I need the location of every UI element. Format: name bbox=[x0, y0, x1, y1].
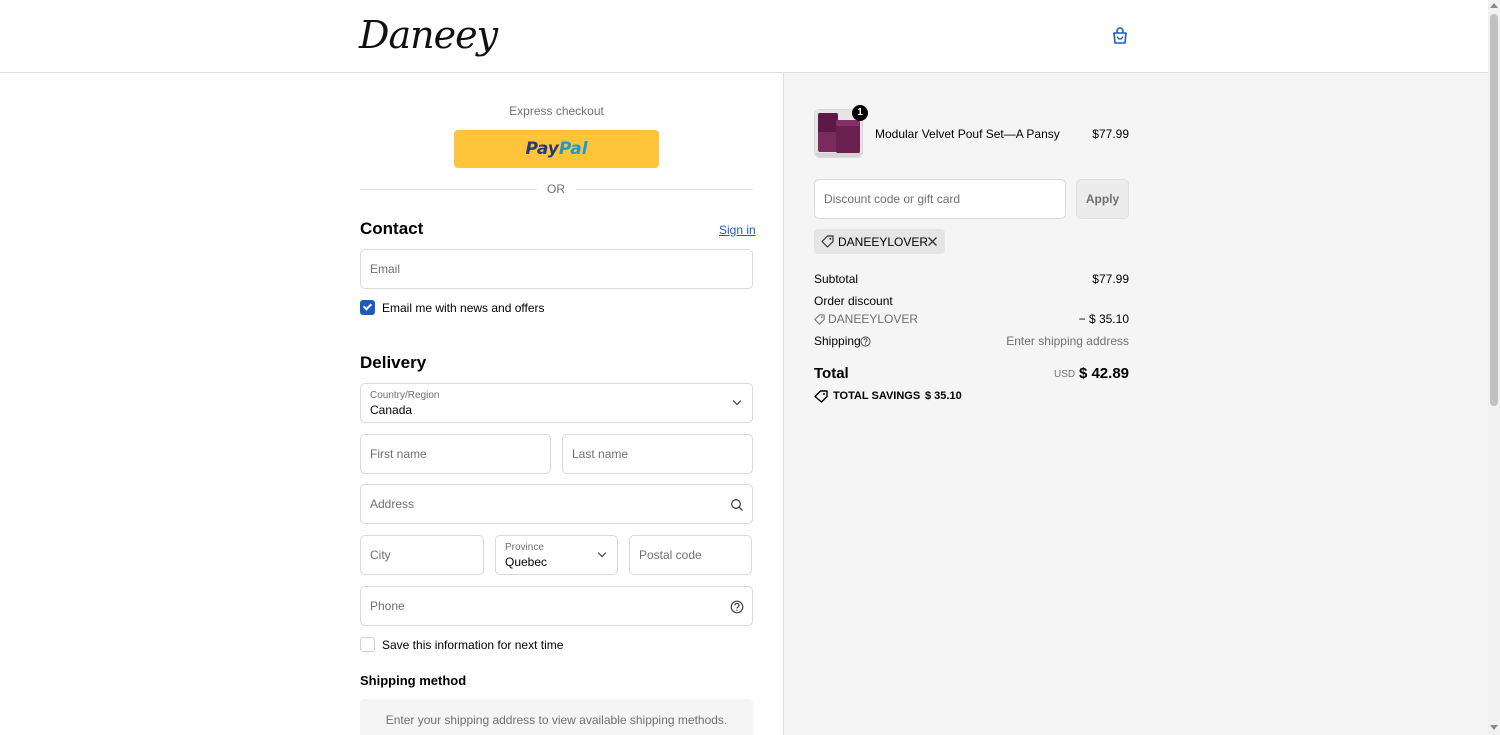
order-summary-panel bbox=[783, 73, 1488, 735]
postal-code-field[interactable]: Postal code bbox=[629, 535, 752, 575]
province-label: Province bbox=[505, 542, 544, 553]
total-savings-label: TOTAL SAVINGS bbox=[833, 390, 921, 402]
tag-icon bbox=[814, 314, 825, 325]
shipping-method-title: Shipping method bbox=[360, 673, 467, 688]
store-logo[interactable]: Daneey bbox=[359, 13, 498, 57]
express-checkout-title: Express checkout bbox=[509, 104, 604, 118]
search-icon[interactable] bbox=[730, 498, 744, 512]
news-offers-checkbox[interactable] bbox=[360, 300, 375, 315]
shipping-value: Enter shipping address bbox=[1006, 334, 1129, 348]
total-savings-value: $ 35.10 bbox=[925, 390, 962, 402]
order-discount-label: Order discount bbox=[814, 294, 893, 308]
contact-title: Contact bbox=[360, 219, 424, 238]
remove-discount-close-icon[interactable] bbox=[927, 236, 938, 247]
subtotal-value: $77.99 bbox=[1092, 272, 1129, 286]
applied-code-label: DANEEYLOVER bbox=[838, 235, 929, 249]
paypal-button[interactable]: PayPal bbox=[454, 130, 659, 168]
scrollbar-thumb[interactable] bbox=[1490, 14, 1498, 406]
save-info-checkbox[interactable] bbox=[360, 637, 375, 652]
chevron-down-icon bbox=[597, 548, 607, 558]
applied-discount-chip: DANEEYLOVER bbox=[814, 229, 945, 254]
discount-code-label: DANEEYLOVER bbox=[828, 312, 919, 326]
scroll-down-arrow-icon[interactable] bbox=[1490, 725, 1498, 730]
shipping-label: Shipping bbox=[814, 334, 861, 348]
delivery-title: Delivery bbox=[360, 353, 427, 372]
bag-icon[interactable] bbox=[1110, 26, 1130, 46]
discount-placeholder: Discount code or gift card bbox=[824, 192, 961, 206]
tag-icon bbox=[821, 235, 834, 248]
address-placeholder: Address bbox=[370, 497, 415, 511]
site-header: Daneey bbox=[0, 0, 1488, 73]
paypal-logo: PayPal bbox=[525, 139, 588, 159]
first-name-placeholder: First name bbox=[370, 447, 427, 461]
save-info-label[interactable]: Save this information for next time bbox=[382, 638, 563, 652]
product-name: Modular Velvet Pouf Set—A Pansy bbox=[875, 127, 1060, 141]
province-value: Quebec bbox=[505, 555, 548, 569]
page-scrollbar[interactable] bbox=[1488, 0, 1500, 735]
check-icon bbox=[362, 301, 373, 311]
province-select[interactable]: Province Quebec bbox=[495, 535, 618, 575]
help-circle-icon[interactable] bbox=[860, 336, 871, 347]
sign-in-link[interactable]: Sign in bbox=[719, 223, 756, 237]
product-price: $77.99 bbox=[1092, 127, 1129, 141]
total-label: Total bbox=[814, 365, 849, 382]
phone-field[interactable]: Phone bbox=[360, 586, 753, 626]
discount-amount: − $ 35.10 bbox=[1078, 312, 1129, 326]
shipping-method-notice: Enter your shipping address to view avai… bbox=[360, 699, 753, 735]
discount-code-field[interactable]: Discount code or gift card bbox=[814, 179, 1066, 219]
country-label: Country/Region bbox=[370, 390, 440, 401]
phone-placeholder: Phone bbox=[370, 599, 405, 613]
apply-discount-button[interactable]: Apply bbox=[1076, 179, 1129, 219]
savings-tag-icon bbox=[814, 390, 828, 403]
help-circle-icon[interactable] bbox=[730, 600, 744, 614]
last-name-placeholder: Last name bbox=[572, 447, 629, 461]
email-field[interactable]: Email bbox=[360, 249, 753, 289]
shipping-method-message: Enter your shipping address to view avai… bbox=[385, 713, 728, 727]
country-select[interactable]: Country/Region Canada bbox=[360, 383, 753, 423]
city-field[interactable]: City bbox=[360, 535, 484, 575]
or-label: OR bbox=[547, 182, 565, 196]
item-quantity-badge: 1 bbox=[852, 105, 868, 121]
currency-code: USD bbox=[1054, 369, 1076, 380]
first-name-field[interactable]: First name bbox=[360, 434, 551, 474]
news-offers-label[interactable]: Email me with news and offers bbox=[382, 301, 545, 315]
city-placeholder: City bbox=[370, 548, 391, 562]
email-placeholder: Email bbox=[370, 262, 401, 276]
postal-code-placeholder: Postal code bbox=[639, 548, 702, 562]
last-name-field[interactable]: Last name bbox=[562, 434, 753, 474]
scroll-up-arrow-icon[interactable] bbox=[1490, 3, 1498, 8]
country-value: Canada bbox=[370, 403, 413, 417]
subtotal-label: Subtotal bbox=[814, 272, 859, 286]
chevron-down-icon bbox=[732, 396, 742, 406]
address-field[interactable]: Address bbox=[360, 484, 753, 524]
total-value: $ 42.89 bbox=[1078, 365, 1129, 382]
